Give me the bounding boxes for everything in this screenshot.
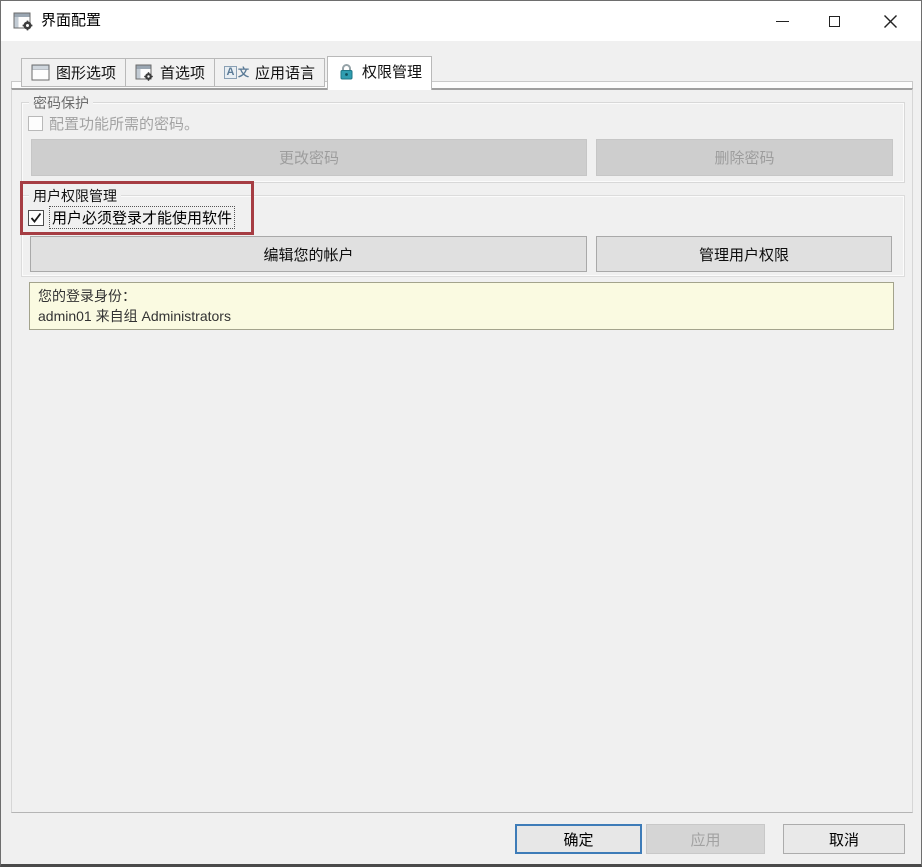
change-password-button: 更改密码 — [31, 139, 587, 176]
password-checkbox-label: 配置功能所需的密码。 — [49, 113, 199, 134]
user-permission-group: 用户权限管理 用户必须登录才能使用软件 编辑您的帐户 管理用户权限 — [21, 195, 905, 277]
manage-permissions-button[interactable]: 管理用户权限 — [596, 236, 892, 272]
login-required-checkbox[interactable] — [28, 210, 44, 226]
login-required-checkbox-label[interactable]: 用户必须登录才能使用软件 — [50, 207, 234, 228]
dialog-window: 界面配置 图形选项 — [0, 0, 922, 867]
close-icon — [883, 14, 898, 29]
app-window-gear-icon — [13, 11, 33, 31]
maximize-button[interactable] — [811, 1, 857, 41]
password-protection-group: 密码保护 配置功能所需的密码。 更改密码 删除密码 — [21, 102, 905, 183]
tab-label: 应用语言 — [255, 62, 315, 83]
ok-button[interactable]: 确定 — [515, 824, 642, 854]
group-title: 用户权限管理 — [29, 186, 121, 206]
cancel-button[interactable]: 取消 — [783, 824, 905, 854]
login-identity-line1: 您的登录身份： — [38, 286, 885, 306]
password-checkbox-row: 配置功能所需的密码。 — [28, 113, 199, 134]
checkmark-icon — [30, 212, 42, 224]
tab-label: 首选项 — [160, 62, 205, 83]
language-icon: A文 — [224, 64, 249, 80]
password-checkbox — [28, 116, 43, 131]
apply-button: 应用 — [646, 824, 765, 854]
group-title: 密码保护 — [29, 93, 93, 113]
delete-password-button: 删除密码 — [596, 139, 893, 176]
maximize-icon — [829, 16, 840, 27]
tab-label: 图形选项 — [56, 62, 116, 83]
window-title: 界面配置 — [41, 1, 101, 41]
login-identity-line2: admin01 来自组 Administrators — [38, 306, 885, 326]
tab-preferences[interactable]: 首选项 — [126, 58, 215, 87]
minimize-button[interactable] — [759, 1, 805, 41]
login-identity-box: 您的登录身份： admin01 来自组 Administrators — [29, 282, 894, 330]
tab-permissions[interactable]: 权限管理 — [327, 56, 432, 90]
window-gear-icon — [135, 64, 154, 81]
tab-label: 权限管理 — [362, 61, 422, 82]
minimize-icon — [776, 21, 789, 22]
window-icon — [31, 64, 50, 81]
title-bar: 界面配置 — [1, 1, 921, 41]
tab-strip: 图形选项 首选项 A文 应用语言 — [21, 53, 432, 87]
lock-icon — [337, 63, 356, 80]
close-button[interactable] — [867, 1, 913, 41]
tab-language[interactable]: A文 应用语言 — [215, 58, 325, 87]
tab-graphics-options[interactable]: 图形选项 — [21, 58, 126, 87]
edit-account-button[interactable]: 编辑您的帐户 — [30, 236, 587, 272]
login-required-checkbox-row: 用户必须登录才能使用软件 — [28, 207, 234, 228]
